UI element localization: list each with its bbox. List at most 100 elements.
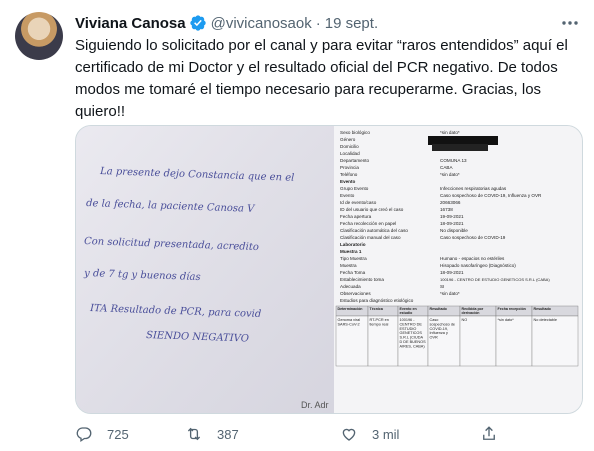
reply-icon [76,427,92,443]
report-label: Teléfono [340,172,358,177]
report-label: Observaciones [340,291,371,296]
report-value: *sin dato* [440,172,460,177]
report-value: No disponible [440,228,468,233]
reply-count: 725 [107,426,129,442]
like-button[interactable]: 3 mil [340,423,399,445]
report-label: Evento [340,193,355,198]
report-value: 16738 [440,207,453,212]
report-value: Hisopado nasofaríngeo (Diagnóstico) [440,263,516,268]
table-cell-text: AIRES, CABA) [400,344,426,348]
table-cell [495,315,533,367]
author-avatar[interactable] [15,12,63,60]
like-count: 3 mil [372,426,400,442]
table-cell-text: No detectable [534,318,557,322]
table-cell-text: NO [462,318,468,322]
more-options-icon[interactable] [560,14,580,32]
retweet-icon [187,427,201,441]
table-header-text: Resultado [430,307,448,311]
heart-icon [342,428,356,441]
verified-badge-icon [189,15,206,31]
report-value: 20663066 [440,200,461,205]
author-name[interactable]: Viviana Canosa [75,15,186,32]
table-cell-text: OVR [430,336,438,340]
table-cell-text: S.R.L (CIUDA [400,336,424,340]
report-label: Departamento [340,158,370,163]
report-label: Fecha Toma [340,270,366,275]
report-value: Infecciones respiratorias agudas [440,186,507,191]
report-value: SI [440,284,444,289]
report-label: Id de evento/caso [340,200,377,205]
report-label: Fecha recolección en papel [340,221,396,226]
results-table: Determinación Técnica Evento enestudioResu… [335,305,579,367]
media-photo: La presente dejo Constancia que en elde … [76,126,582,413]
report-value: 19-09-2021 [440,214,464,219]
table-cell [531,315,579,367]
retweet-button[interactable]: 387 [185,423,239,445]
signature-text: Dr. Adr [301,400,329,410]
retweet-count: 387 [217,426,239,442]
report-label: Género [340,137,356,142]
table-cell-text: 100196 - [400,318,416,322]
report-value: *sin dato* [440,291,460,296]
report-label: Grupo Evento [340,186,369,191]
report-subsection: Muestra 1 [340,249,362,254]
report-value: 18-09-2021 [440,270,464,275]
report-label: Provincia [340,165,359,170]
report-label: Muestra [340,263,357,268]
table-cell-text: SARS-CoV-2 [338,322,360,326]
report-section: Laboratorio [340,242,366,247]
tweet-header: Viviana Canosa @vivicanosaok · 19 sept. [75,12,378,34]
report-label: Domicilio [340,144,359,149]
share-icon [483,426,495,440]
report-value: COMUNA 13 [440,158,467,163]
report-value: Caso sospechoso de COVID-19, Influenza y… [440,193,542,198]
report-label: Clasificación manual del caso [340,235,401,240]
tweet-media-image[interactable]: La presente dejo Constancia que en el de … [75,125,583,414]
table-cell-text: Influenza y [430,331,448,335]
table-header-text: Resultado [534,307,552,311]
reply-button[interactable]: 725 [75,423,129,445]
table-cell-text: RT-PCR en [370,318,389,322]
report-section: Evento [340,179,356,184]
table-cell-text: tiempo real [370,322,389,326]
table-cell-text: GENETICOS [400,331,423,335]
report-value: Humano - espacios no estériles [440,256,505,261]
table-header-text: derivación [462,311,480,315]
table-header-text: Fecha recepción [498,307,526,311]
table-cell-text: CENTRO DE [400,322,423,326]
report-value: CABA [440,165,453,170]
report-label: Fecha apertura [340,214,372,219]
table-cell-text: Caso [430,318,439,322]
table-header-text: estudio [400,311,414,315]
report-table-caption: Estudios para diagnóstico etiológico [340,298,414,303]
tweet-text: Siguiendo lo solicitado por el canal y p… [75,37,568,120]
redaction-block [428,136,498,145]
report-label: Establecimiento toma [340,277,384,282]
report-label: Localidad [340,151,360,156]
report-value: Caso sospechoso de COVID-19 [440,235,506,240]
table-cell-text: Genoma viral [338,318,361,322]
tweet-date[interactable]: 19 sept. [325,15,378,32]
redaction-block [432,144,488,151]
tweet-actions: 725 387 3 mil [75,423,580,445]
table-cell [459,315,497,367]
report-label: Sexo biológico [340,130,370,135]
report-label: Clasificación automática del caso [340,228,408,233]
share-button[interactable] [480,423,512,445]
report-value: *sin dato* [440,130,460,135]
report-label: Adecuada [340,284,361,289]
tweet[interactable]: Viviana Canosa @vivicanosaok · 19 sept. … [0,0,594,451]
table-cell-text: *sin dato* [498,318,515,322]
table-cell-text: ESTUDIO [400,327,417,331]
table-cell-text: D DE BUENOS [400,340,427,344]
separator-dot: · [315,14,321,32]
report-value: 18-09-2021 [440,221,464,226]
report-label: Tipo Muestra [340,256,367,261]
author-handle[interactable]: @vivicanosaok [211,15,312,32]
table-cell-text: sospechoso de [430,322,456,326]
report-label: ID del usuario que creó el caso [340,207,404,212]
table-cell-text: COVID-19, [430,327,449,331]
table-header-text: Determinación [338,307,363,311]
report-value: 100196 - CENTRO DE ESTUDIO GENETICOS S.R… [440,277,550,282]
table-header-text: Técnica [370,307,384,311]
